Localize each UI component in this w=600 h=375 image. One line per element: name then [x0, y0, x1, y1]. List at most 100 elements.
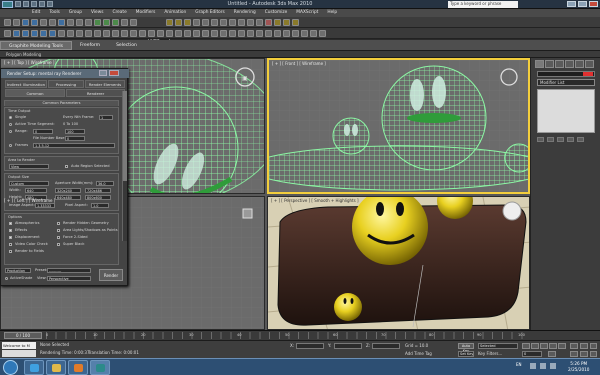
rotate-icon[interactable] [103, 19, 110, 26]
utilities-tab-icon[interactable] [585, 60, 594, 68]
effects-checkbox[interactable] [9, 229, 12, 232]
menu-item-animation[interactable]: Animation [164, 9, 186, 17]
torus-icon[interactable] [40, 30, 47, 37]
current-frame-field[interactable]: 0 [522, 351, 542, 357]
tab-freeform[interactable]: Freeform [72, 41, 108, 50]
turbosmooth-icon[interactable] [319, 30, 326, 37]
pixel-aspect-input[interactable]: 1.0 [91, 203, 109, 208]
pyramid-icon[interactable] [85, 30, 92, 37]
unlink-icon[interactable] [31, 19, 38, 26]
clock[interactable]: 5:26 PM 2/25/2010 [568, 361, 589, 373]
preset-720x486-button[interactable]: 720x486 [85, 188, 111, 193]
percent-snap-icon[interactable] [184, 19, 191, 26]
tab-selection[interactable]: Selection [108, 41, 145, 50]
selection-filter-icon[interactable] [49, 19, 56, 26]
camera-icon[interactable] [112, 30, 119, 37]
go-to-start-icon[interactable] [522, 343, 530, 349]
range-to-input[interactable]: 100 [65, 129, 85, 134]
save-file-icon[interactable] [31, 1, 37, 7]
frames-input[interactable]: 1,3,5-12 [33, 143, 115, 148]
zoom-icon[interactable] [570, 343, 578, 349]
uvw-map-icon[interactable] [274, 30, 281, 37]
dialog-minimize-button[interactable] [99, 70, 107, 76]
tab-render-elements[interactable]: Render Elements [85, 80, 125, 88]
orbit-icon[interactable] [590, 351, 597, 357]
show-end-result-icon[interactable] [547, 137, 554, 142]
render-hidden-geometry-checkbox[interactable] [57, 222, 60, 225]
set-key-button[interactable]: Set Key [458, 351, 474, 357]
zoom-extents-icon[interactable] [590, 343, 597, 349]
spinner-snap-icon[interactable] [193, 19, 200, 26]
render-to-fields-checkbox[interactable] [9, 250, 12, 253]
range-radio[interactable] [9, 130, 12, 133]
volume-icon[interactable] [550, 363, 556, 369]
geosphere-icon[interactable] [67, 30, 74, 37]
layer-manager-icon[interactable] [229, 19, 236, 26]
menu-item-views[interactable]: Views [91, 9, 103, 17]
sphere-icon[interactable] [22, 30, 29, 37]
text-shape-icon[interactable] [166, 30, 173, 37]
z-coordinate-field[interactable] [372, 343, 400, 349]
make-unique-icon[interactable] [557, 137, 564, 142]
redo-icon[interactable] [13, 19, 20, 26]
menu-item-edit[interactable]: Edit [32, 9, 40, 17]
x-coordinate-field[interactable] [296, 343, 324, 349]
curve-editor-icon[interactable] [247, 19, 254, 26]
menu-item-create[interactable]: Create [112, 9, 126, 17]
viewport-perspective[interactable]: [ + ] [ Perspective ] [ Smooth + Highlig… [267, 196, 530, 330]
tab-processing[interactable]: Processing [48, 80, 84, 88]
light-icon[interactable] [103, 30, 110, 37]
render-setup-icon[interactable] [274, 19, 281, 26]
modifier-stack[interactable] [537, 89, 595, 133]
preset-640x480-button[interactable]: 640x480 [55, 195, 81, 200]
hierarchy-tab-icon[interactable] [555, 60, 564, 68]
pivot-icon[interactable] [130, 19, 137, 26]
named-selection-icon[interactable] [202, 19, 209, 26]
scale-icon[interactable] [112, 19, 119, 26]
viewport-label-top[interactable]: [ + ] [ Top ] [ Wireframe ] [4, 60, 55, 65]
pin-stack-icon[interactable] [537, 137, 544, 142]
output-size-preset-dropdown[interactable]: Custom [9, 181, 49, 186]
maxscript-listener[interactable]: Welcome to M [2, 342, 36, 349]
box-icon[interactable] [13, 30, 20, 37]
area-lights-checkbox[interactable] [57, 229, 60, 232]
width-input[interactable]: 640 [25, 188, 47, 193]
circle-icon[interactable] [148, 30, 155, 37]
rectangular-selection-icon[interactable] [76, 19, 83, 26]
tab-renderer[interactable]: Renderer [66, 89, 125, 97]
taskbar-3dsmax[interactable] [90, 360, 110, 375]
taper-icon[interactable] [238, 30, 245, 37]
tube-icon[interactable] [76, 30, 83, 37]
select-object-icon[interactable] [58, 19, 65, 26]
go-to-end-icon[interactable] [558, 343, 566, 349]
schematic-view-icon[interactable] [256, 19, 263, 26]
ribbon-panel-title[interactable]: Polygon Modeling [0, 51, 600, 58]
view-dropdown[interactable]: Perspective [47, 276, 91, 281]
extrude-icon[interactable] [202, 30, 209, 37]
key-filters-button[interactable]: Key Filters... [478, 351, 502, 356]
snap-toggle-icon[interactable] [166, 19, 173, 26]
lathe-icon[interactable] [211, 30, 218, 37]
menu-item-customize[interactable]: Customize [265, 9, 288, 17]
helper-icon[interactable] [121, 30, 128, 37]
maxscript-input[interactable] [2, 350, 36, 357]
minimize-button[interactable] [567, 1, 576, 7]
every-nth-input[interactable]: 1 [99, 115, 113, 120]
star-shape-icon[interactable] [175, 30, 182, 37]
network-icon[interactable] [530, 363, 536, 369]
edit-poly-icon[interactable] [292, 30, 299, 37]
time-slider[interactable]: 0 / 100 [4, 332, 42, 339]
undo-icon[interactable] [4, 19, 11, 26]
window-crossing-icon[interactable] [85, 19, 92, 26]
space-warp-icon[interactable] [130, 30, 137, 37]
menu-item-group[interactable]: Group [69, 9, 82, 17]
display-tab-icon[interactable] [575, 60, 584, 68]
material-editor-icon[interactable] [265, 19, 272, 26]
teapot-icon[interactable] [49, 30, 56, 37]
reference-coordinate-icon[interactable] [121, 19, 128, 26]
menu-item-rendering[interactable]: Rendering [234, 9, 256, 17]
configure-sets-icon[interactable] [577, 137, 584, 142]
new-file-icon[interactable] [15, 1, 21, 7]
meshsmooth-icon[interactable] [265, 30, 272, 37]
time-configuration-icon[interactable] [548, 351, 556, 357]
